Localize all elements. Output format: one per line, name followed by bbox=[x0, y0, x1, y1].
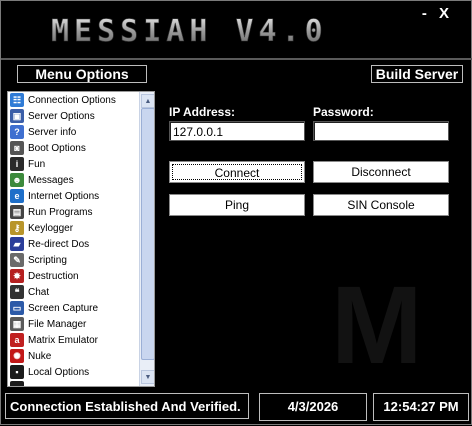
window-controls: - X bbox=[422, 5, 453, 22]
connect-button[interactable]: Connect bbox=[169, 161, 305, 183]
status-time: 12:54:27 PM bbox=[373, 393, 469, 421]
folder-icon: ▦ bbox=[10, 317, 24, 331]
app-window: MESSIAH V4.0 - X Menu Options Build Serv… bbox=[0, 0, 472, 425]
close-button[interactable]: X bbox=[439, 5, 453, 22]
m-watermark: M bbox=[331, 264, 423, 387]
password-label: Password: bbox=[313, 105, 374, 119]
menu-item-more[interactable]: ▪ bbox=[8, 380, 138, 386]
ip-address-label: IP Address: bbox=[169, 105, 236, 119]
menu-item-connection-options[interactable]: ☷ Connection Options bbox=[8, 92, 138, 108]
menu-item-re-direct-dos[interactable]: ▰ Re-direct Dos bbox=[8, 236, 138, 252]
menu-item-scripting[interactable]: ✎ Scripting bbox=[8, 252, 138, 268]
vertical-scrollbar[interactable]: ▲ ▼ bbox=[139, 92, 154, 386]
menu-item-label: Screen Capture bbox=[28, 302, 99, 314]
menu-item-label: Internet Options bbox=[28, 190, 100, 202]
menu-options-list[interactable]: ☷ Connection Options ▣ Server Options? Serve… bbox=[7, 91, 155, 387]
app-title: MESSIAH V4.0 bbox=[51, 14, 328, 49]
status-message: Connection Established And Verified. bbox=[5, 393, 249, 419]
menu-item-label: Server info bbox=[28, 126, 77, 138]
explosion-icon: ✸ bbox=[10, 269, 24, 283]
chat-icon: ❝ bbox=[10, 285, 24, 299]
ping-button[interactable]: Ping bbox=[169, 194, 305, 216]
menu-item-label: Keylogger bbox=[28, 222, 74, 234]
menu-item-boot-options[interactable]: ◙ Boot Options bbox=[8, 140, 138, 156]
sin-console-button[interactable]: SIN Console bbox=[313, 194, 449, 216]
connect-button-label: Connect bbox=[172, 164, 302, 180]
menu-items: ☷ Connection Options ▣ Server Options? Serve… bbox=[8, 92, 138, 386]
script-icon: ✎ bbox=[10, 253, 24, 267]
globe-icon: e bbox=[10, 189, 24, 203]
menu-item-label: Connection Options bbox=[28, 94, 116, 106]
minimize-button[interactable]: - bbox=[422, 5, 431, 22]
menu-item-keylogger[interactable]: ⚷ Keylogger bbox=[8, 220, 138, 236]
user-icon: ☻ bbox=[10, 173, 24, 187]
menu-item-label: Matrix Emulator bbox=[28, 334, 99, 346]
info-icon: i bbox=[10, 157, 24, 171]
menu-item-label: Boot Options bbox=[28, 142, 86, 154]
menu-item-local-options[interactable]: ▪ Local Options bbox=[8, 364, 138, 380]
menu-item-server-info[interactable]: ? Server info bbox=[8, 124, 138, 140]
scroll-up-icon[interactable]: ▲ bbox=[141, 94, 154, 108]
menu-item-messages[interactable]: ☻ Messages bbox=[8, 172, 138, 188]
menu-item-nuke[interactable]: ✺ Nuke bbox=[8, 348, 138, 364]
header-divider bbox=[1, 58, 472, 60]
ip-address-input[interactable]: 127.0.0.1 bbox=[169, 121, 305, 141]
menu-item-chat[interactable]: ❝ Chat bbox=[8, 284, 138, 300]
local-icon: ▪ bbox=[10, 365, 24, 379]
scroll-down-icon[interactable]: ▼ bbox=[141, 370, 154, 384]
floppy-icon: ▤ bbox=[10, 205, 24, 219]
menu-item-label: Messages bbox=[28, 174, 74, 186]
help-icon: ? bbox=[10, 125, 24, 139]
menu-item-fun[interactable]: i Fun bbox=[8, 156, 138, 172]
password-input[interactable] bbox=[313, 121, 449, 141]
menu-item-label: Chat bbox=[28, 286, 50, 298]
menu-item-file-manager[interactable]: ▦ File Manager bbox=[8, 316, 138, 332]
scroll-thumb[interactable] bbox=[141, 108, 154, 360]
menu-item-label: Fun bbox=[28, 158, 46, 170]
menu-item-server-options[interactable]: ▣ Server Options bbox=[8, 108, 138, 124]
menu-item-label: Destruction bbox=[28, 270, 79, 282]
key-icon: ⚷ bbox=[10, 221, 24, 235]
menu-item-label: File Manager bbox=[28, 318, 87, 330]
book-icon: ▰ bbox=[10, 237, 24, 251]
matrix-icon: a bbox=[10, 333, 24, 347]
menu-item-label: Re-direct Dos bbox=[28, 238, 90, 250]
monitor-icon: ▭ bbox=[10, 301, 24, 315]
menu-item-destruction[interactable]: ✸ Destruction bbox=[8, 268, 138, 284]
boot-icon: ◙ bbox=[10, 141, 24, 155]
menu-item-run-programs[interactable]: ▤ Run Programs bbox=[8, 204, 138, 220]
build-server-button[interactable]: Build Server bbox=[371, 65, 463, 83]
network-icon: ☷ bbox=[10, 93, 24, 107]
menu-item-label: Run Programs bbox=[28, 206, 93, 218]
nuke-icon: ✺ bbox=[10, 349, 24, 363]
menu-options-button[interactable]: Menu Options bbox=[17, 65, 147, 83]
status-bar: Connection Established And Verified. 4/3… bbox=[1, 390, 472, 426]
computer-icon: ▣ bbox=[10, 109, 24, 123]
menu-item-label: Scripting bbox=[28, 254, 67, 266]
app-title-logo: MESSIAH V4.0 bbox=[51, 13, 371, 49]
status-date: 4/3/2026 bbox=[259, 393, 367, 421]
menu-item-screen-capture[interactable]: ▭ Screen Capture bbox=[8, 300, 138, 316]
menu-item-internet-options[interactable]: e Internet Options bbox=[8, 188, 138, 204]
menu-item-matrix-emulator[interactable]: a Matrix Emulator bbox=[8, 332, 138, 348]
menu-item-label: Nuke bbox=[28, 350, 52, 362]
disconnect-button[interactable]: Disconnect bbox=[313, 161, 449, 183]
menu-item-label: Local Options bbox=[28, 366, 90, 378]
more-icon: ▪ bbox=[10, 381, 24, 386]
menu-item-label: Server Options bbox=[28, 110, 95, 122]
